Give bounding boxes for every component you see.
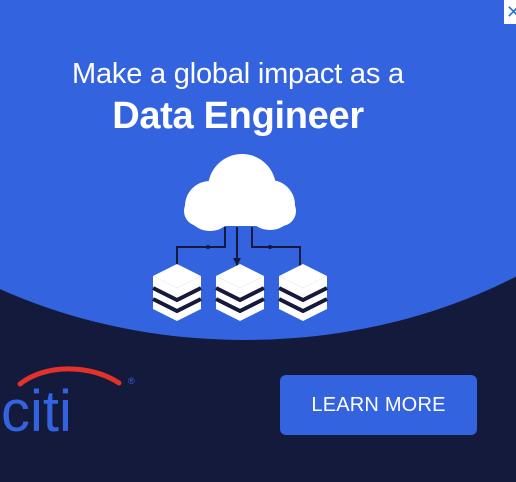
headline-line-1: Make a global impact as a xyxy=(72,58,404,90)
database-icon xyxy=(152,264,328,321)
cloud-database-illustration xyxy=(152,154,328,321)
learn-more-button[interactable]: LEARN MORE xyxy=(280,375,477,435)
arrow-icon xyxy=(206,245,272,266)
cloud-icon xyxy=(184,154,296,231)
citi-logo: citi ® xyxy=(1,366,135,438)
ad-banner[interactable]: Make a global impact as a Data Engineer xyxy=(0,0,516,482)
citi-logo-text: citi xyxy=(1,379,72,438)
headline-line-2: Data Engineer xyxy=(112,95,364,137)
close-icon[interactable]: ✕ xyxy=(504,0,516,24)
registered-mark: ® xyxy=(128,376,135,386)
